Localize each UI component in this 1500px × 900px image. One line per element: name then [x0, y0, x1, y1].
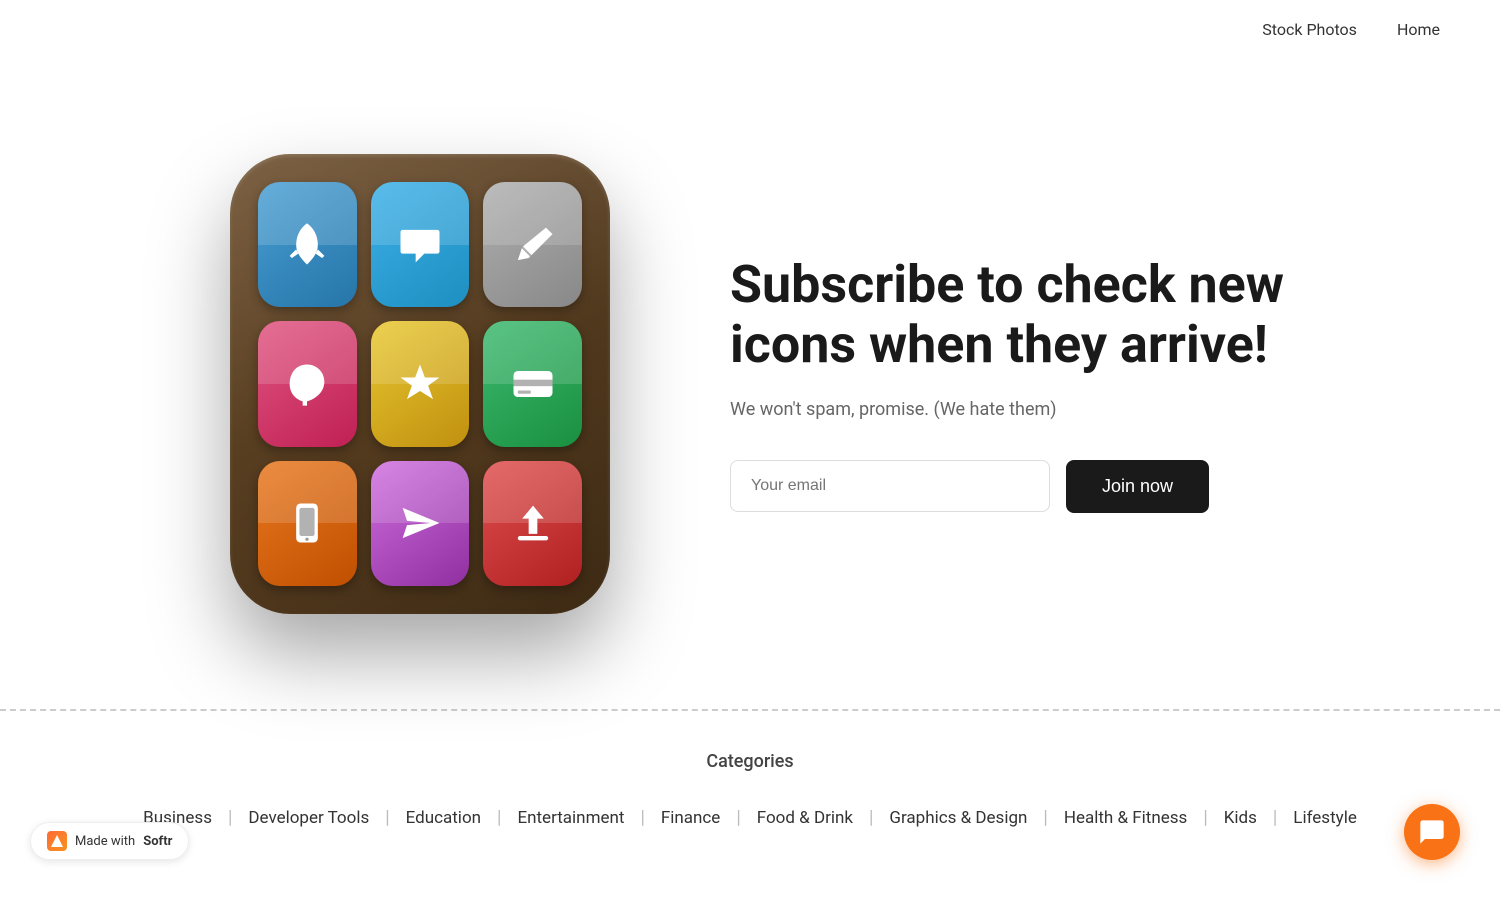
softr-badge-label: Made with — [75, 834, 135, 849]
chat-icon — [1418, 818, 1446, 846]
category-link-entertainment[interactable]: Entertainment — [501, 800, 640, 836]
category-item: Education| — [390, 800, 502, 836]
category-link-lifestyle[interactable]: Lifestyle — [1277, 800, 1373, 836]
softr-logo — [47, 831, 67, 851]
category-link-developer-tools[interactable]: Developer Tools — [232, 800, 385, 836]
app-cell-pencil — [483, 182, 582, 307]
hero-title: Subscribe to check new icons when they a… — [730, 255, 1290, 375]
category-item: Finance| — [645, 800, 741, 836]
app-cell-card — [483, 321, 582, 446]
hero-subtitle: We won't spam, promise. (We hate them) — [730, 399, 1290, 420]
app-cell-phone — [258, 461, 357, 586]
main-nav: Stock Photos Home — [1262, 20, 1440, 39]
category-item: Health & Fitness| — [1048, 800, 1208, 836]
categories-label: Categories — [706, 751, 793, 772]
category-link-health-&-fitness[interactable]: Health & Fitness — [1048, 800, 1204, 836]
app-cell-upload — [483, 461, 582, 586]
categories-list: Business|Developer Tools|Education|Enter… — [127, 800, 1373, 836]
category-link-food-&-drink[interactable]: Food & Drink — [741, 800, 869, 836]
category-item: Lifestyle — [1277, 800, 1373, 836]
app-cell-chat — [371, 182, 470, 307]
app-cell-rocket — [258, 182, 357, 307]
softr-badge[interactable]: Made with Softr — [30, 822, 189, 860]
category-item: Kids| — [1208, 800, 1278, 836]
chat-bubble-button[interactable] — [1404, 804, 1460, 860]
category-item: Food & Drink| — [741, 800, 874, 836]
app-cell-leaf — [258, 321, 357, 446]
softr-logo-shape — [51, 835, 63, 847]
nav-stock-photos[interactable]: Stock Photos — [1262, 20, 1357, 39]
hero-section: Subscribe to check new icons when they a… — [0, 59, 1500, 709]
subscribe-form: Join now — [730, 460, 1290, 513]
hero-content: Subscribe to check new icons when they a… — [730, 255, 1290, 513]
category-item: Entertainment| — [501, 800, 644, 836]
softr-badge-brand: Softr — [143, 834, 172, 849]
nav-home[interactable]: Home — [1397, 20, 1440, 39]
join-now-button[interactable]: Join now — [1066, 460, 1209, 513]
category-link-kids[interactable]: Kids — [1208, 800, 1273, 836]
app-cell-star — [371, 321, 470, 446]
app-grid-illustration — [230, 154, 610, 614]
categories-section: Categories Business|Developer Tools|Educ… — [60, 751, 1440, 836]
category-link-education[interactable]: Education — [390, 800, 497, 836]
category-item: Developer Tools| — [232, 800, 389, 836]
site-footer: Categories Business|Developer Tools|Educ… — [0, 711, 1500, 896]
category-link-finance[interactable]: Finance — [645, 800, 736, 836]
site-header: Stock Photos Home — [0, 0, 1500, 59]
hero-image — [210, 124, 630, 644]
category-item: Graphics & Design| — [873, 800, 1047, 836]
app-cell-send — [371, 461, 470, 586]
category-link-graphics-&-design[interactable]: Graphics & Design — [873, 800, 1043, 836]
email-input[interactable] — [730, 460, 1050, 512]
